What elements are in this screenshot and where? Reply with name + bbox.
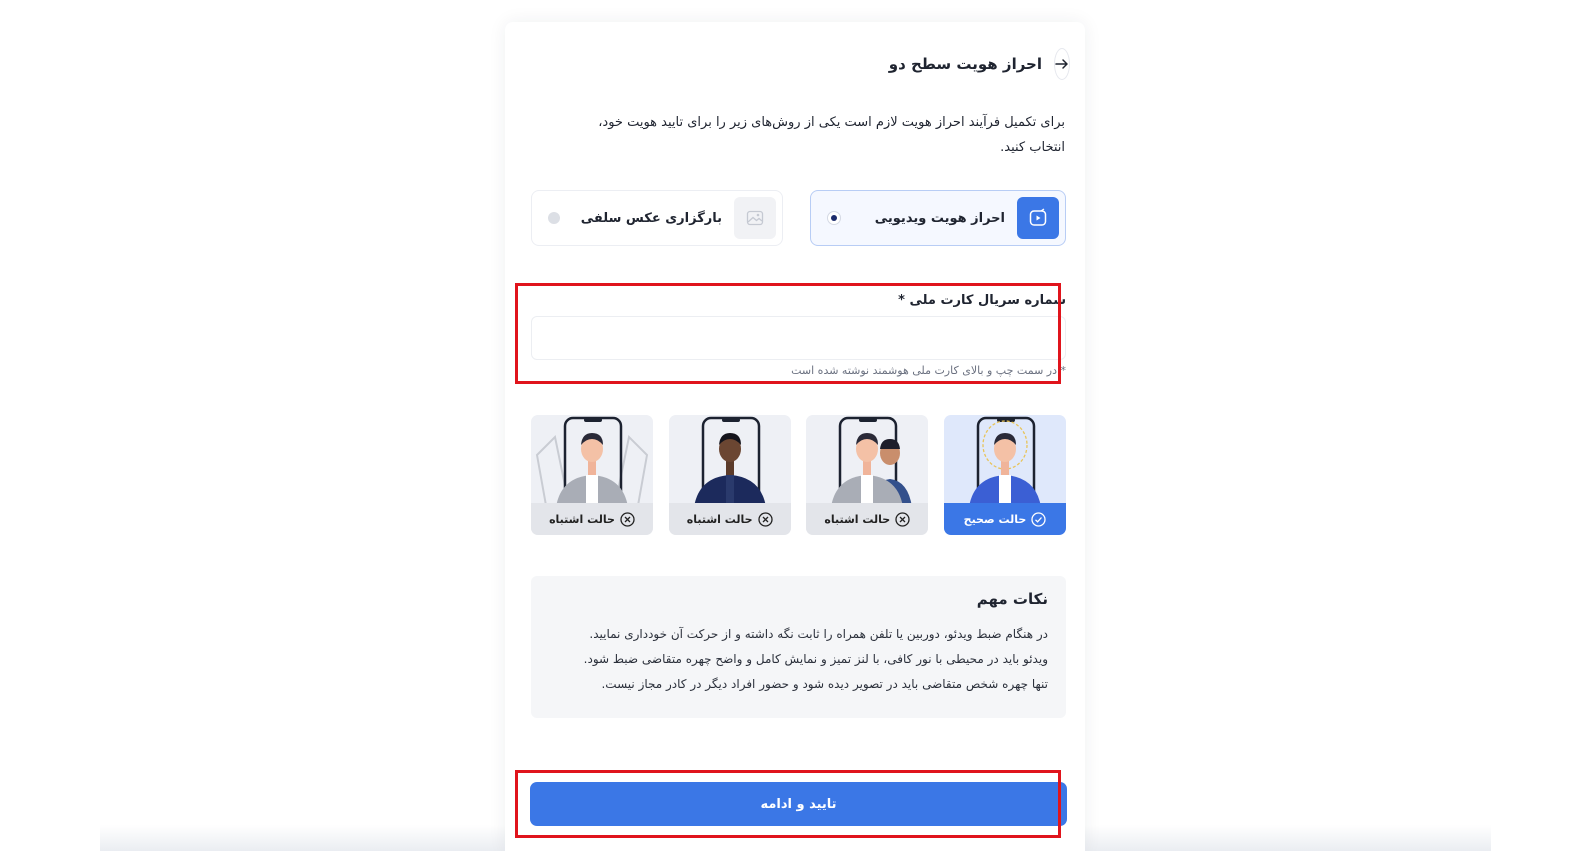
- method-selfie-label: بارگزاری عکس سلفی: [580, 210, 722, 226]
- x-circle-icon: [620, 511, 635, 527]
- example-wrong-bar: حالت اشتباه: [668, 503, 791, 535]
- x-circle-icon: [895, 511, 910, 527]
- back-button[interactable]: [1054, 48, 1070, 80]
- note-line: ویدئو باید در محیطی با نور کافی، با لنز …: [583, 652, 1048, 666]
- example-wrong-bar: حالت اشتباه: [531, 503, 653, 535]
- serial-field-group: شماره سریال کارت ملی * * در سمت چپ و بال…: [531, 293, 1066, 377]
- serial-hint: * در سمت چپ و بالای کارت ملی هوشمند نوشت…: [791, 364, 1066, 377]
- confirm-continue-button[interactable]: تایید و ادامه: [530, 782, 1067, 826]
- important-notes-box: نکات مهم در هنگام ضبط ویدئو، دوربین یا ت…: [531, 576, 1066, 718]
- intro-line-1: برای تکمیل فرآیند احراز هویت لازم است یک…: [598, 115, 1065, 130]
- method-video-radio[interactable]: [827, 211, 841, 225]
- page-header: احراز هویت سطح دو: [888, 48, 1070, 80]
- note-line: تنها چهره شخص متقاضی باید در تصویر دیده …: [601, 677, 1048, 691]
- example-wrong-dark: حالت اشتباه: [668, 415, 791, 535]
- example-wrong-multiple-people: حالت اشتباه: [806, 415, 929, 535]
- example-label: حالت اشتباه: [824, 512, 891, 526]
- serial-label: شماره سریال کارت ملی *: [898, 293, 1066, 308]
- example-wrong-tilted: حالت اشتباه: [531, 415, 653, 535]
- example-gallery: حالت صحیح حالت اشتباه حالت اشتباه حالت ا…: [531, 415, 1066, 535]
- example-label: حالت اشتباه: [686, 512, 753, 526]
- x-circle-icon: [757, 511, 773, 527]
- serial-input[interactable]: [531, 316, 1066, 360]
- check-circle-icon: [1031, 511, 1046, 527]
- method-option-selfie[interactable]: بارگزاری عکس سلفی: [531, 190, 783, 246]
- example-wrong-bar: حالت اشتباه: [806, 503, 929, 535]
- intro-text: برای تکمیل فرآیند احراز هویت لازم است یک…: [545, 110, 1065, 160]
- method-video-label: احراز هویت ویدیویی: [874, 210, 1005, 226]
- image-upload-icon: [734, 197, 776, 239]
- notes-title: نکات مهم: [976, 590, 1048, 608]
- example-label: حالت صحیح: [963, 512, 1027, 526]
- method-option-video[interactable]: احراز هویت ویدیویی: [810, 190, 1066, 246]
- example-correct-bar: حالت صحیح: [943, 503, 1066, 535]
- video-camera-icon: [1017, 197, 1059, 239]
- method-selfie-radio[interactable]: [548, 212, 560, 224]
- example-correct: حالت صحیح: [943, 415, 1066, 535]
- intro-line-2: انتخاب کنید.: [1000, 140, 1065, 155]
- example-label: حالت اشتباه: [549, 512, 615, 526]
- note-line: در هنگام ضبط ویدئو، دوربین یا تلفن همراه…: [589, 627, 1048, 641]
- page-title: احراز هویت سطح دو: [888, 55, 1042, 73]
- arrow-right-icon: [1055, 59, 1068, 69]
